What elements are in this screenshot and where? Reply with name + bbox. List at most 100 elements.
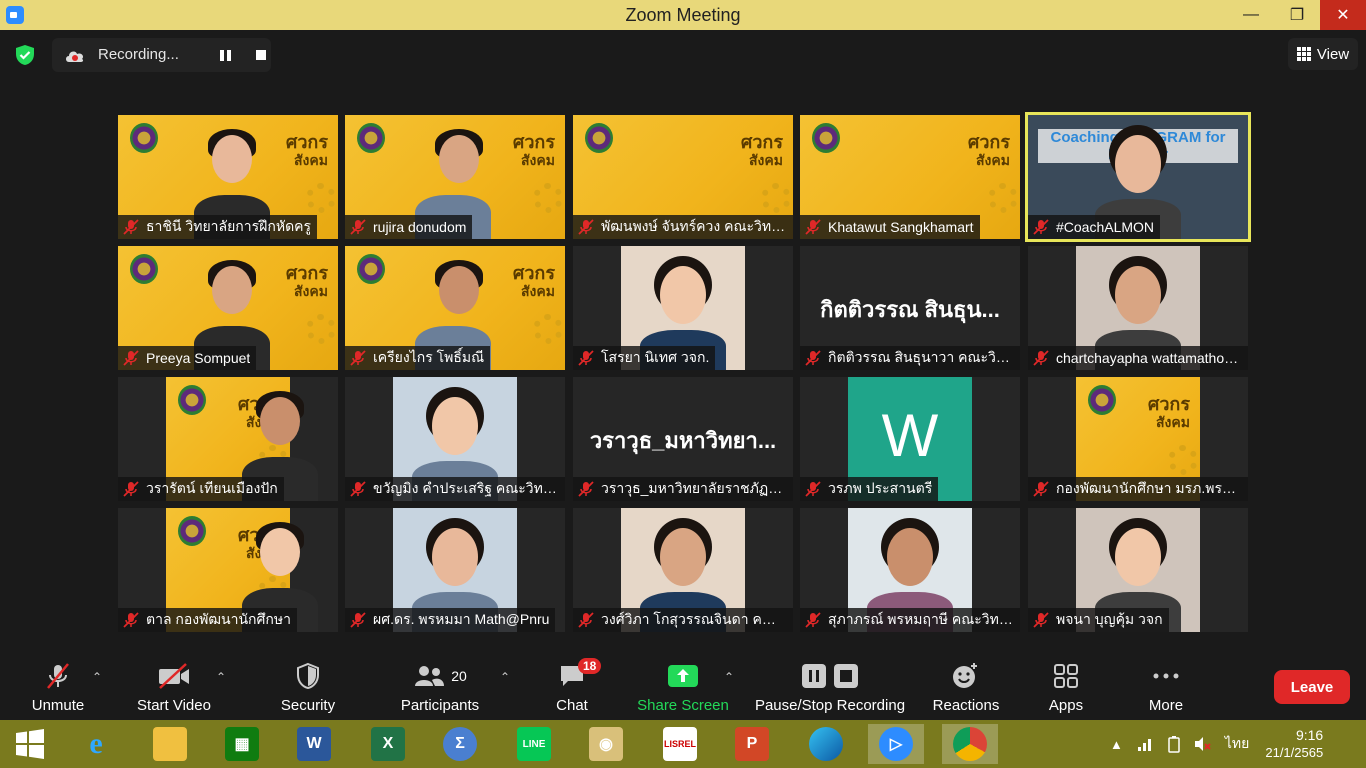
person-face — [212, 135, 252, 183]
person-face — [660, 266, 706, 324]
participant-tile[interactable]: ศวกร สังคม เครียงไกร โพธิ์มณี — [345, 246, 565, 370]
participant-tile[interactable]: วราวุธ_มหาวิทยา... วราวุธ_มหาวิทยาลัยราชภ… — [573, 377, 793, 501]
participants-button[interactable]: 20 Participants — [398, 660, 482, 720]
mic-muted-icon — [47, 663, 69, 689]
mic-muted-icon — [1033, 350, 1049, 366]
battery-icon[interactable] — [1167, 735, 1181, 753]
apps-label: Apps — [1048, 697, 1084, 714]
mic-muted-icon — [350, 612, 366, 628]
participant-tile[interactable]: W วรภพ ประสานตรี — [800, 377, 1020, 501]
video-options-caret[interactable]: ⌃ — [216, 670, 226, 684]
participant-nameplate: ธาชินี วิทยาลัยการฝึกหัดครู — [118, 215, 318, 239]
mic-muted-icon — [123, 350, 139, 366]
participant-name: กองพัฒนานักศึกษา มรภ.พระนคร — [1056, 480, 1242, 496]
participant-tile[interactable]: ศวกรสังคมพัฒนพงษ์ จันทร์ควง คณะวิทยาศาส.… — [573, 115, 793, 239]
gear-icon — [533, 314, 563, 344]
taskbar-store[interactable]: ▦ — [214, 724, 270, 764]
unmute-button[interactable]: Unmute — [28, 660, 88, 720]
chat-button[interactable]: 18 Chat — [550, 658, 602, 720]
meeting-stage: Recording... View ศวกร สังคม ธาชินี วิทยาล… — [0, 30, 1366, 660]
participant-tile[interactable]: วงศ์วิภา โกสุวรรณจินดา คณะวิทยาศ... — [573, 508, 793, 632]
participant-tile[interactable]: Coaching PROGRAM for Lecturer#CoachALMON — [1025, 112, 1251, 242]
cloud-recording-icon — [66, 51, 84, 62]
participants-options-caret[interactable]: ⌃ — [500, 670, 510, 684]
lisrel-icon: LISREL — [663, 727, 697, 761]
show-hidden-icons-chevron-icon[interactable]: ▲ — [1110, 737, 1123, 752]
gear-icon — [306, 314, 336, 344]
participant-tile[interactable]: กิตติวรรณ สินธุน... กิตติวรรณ สินธุนาวา ค… — [800, 246, 1020, 370]
input-language[interactable]: ไทย — [1225, 733, 1249, 755]
participant-tile[interactable]: ศวกร สังคม ธาชินี วิทยาลัยการฝึกหัดครู — [118, 115, 338, 239]
person-face — [439, 266, 479, 314]
participant-tile[interactable]: ศวกรสังคมตาล กองพัฒนานักศึกษา — [118, 508, 338, 632]
store-bag-icon: ▦ — [225, 727, 259, 761]
participant-name: #CoachALMON — [1056, 219, 1155, 235]
share-options-caret[interactable]: ⌃ — [724, 670, 734, 684]
share-screen-button[interactable]: Share Screen — [636, 660, 730, 720]
view-button[interactable]: View — [1288, 38, 1358, 70]
taskbar-chrome[interactable] — [942, 724, 998, 764]
participant-tile[interactable]: ศวกร สังคม กองพัฒนานักศึกษา มรภ.พระนคร — [1028, 377, 1248, 501]
signal-icon[interactable] — [1137, 736, 1155, 752]
leave-button[interactable]: Leave — [1274, 670, 1350, 704]
taskbar-internet-explorer[interactable]: e — [68, 724, 124, 764]
more-button[interactable]: More — [1138, 660, 1194, 720]
participant-tile[interactable]: ศวกรสังคมวรารัตน์ เทียนเมืองปัก — [118, 377, 338, 501]
participant-tile[interactable]: ผศ.ดร. พรหมมา Math@Pnru — [345, 508, 565, 632]
start-button[interactable] — [2, 724, 58, 764]
start-video-button[interactable]: Start Video — [134, 660, 214, 720]
minimize-button[interactable]: — — [1228, 0, 1274, 30]
clock[interactable]: 9:16 21/1/2565 — [1265, 726, 1323, 762]
reactions-button[interactable]: Reactions — [930, 660, 1002, 720]
mic-muted-icon — [805, 481, 821, 497]
participant-tile[interactable]: ศวกร สังคม Khatawut Sangkhamart — [800, 115, 1020, 239]
stop-recording-button[interactable] — [248, 42, 274, 68]
taskbar-file-explorer[interactable] — [142, 724, 198, 764]
participant-tile[interactable]: ศวกร สังคม Preeya Sompuet — [118, 246, 338, 370]
pause-stop-recording-button[interactable]: Pause/Stop Recording — [752, 660, 908, 720]
person-face — [1115, 135, 1161, 193]
close-button[interactable]: ✕ — [1320, 0, 1366, 30]
gear-icon — [306, 183, 336, 213]
security-button[interactable]: Security — [278, 660, 338, 720]
participant-tile[interactable]: chartchayapha wattamathorn... — [1028, 246, 1248, 370]
university-seal-icon — [1088, 385, 1116, 415]
recording-indicator: Recording... — [52, 38, 271, 72]
chrome-icon — [953, 727, 987, 761]
taskbar-word[interactable]: W — [286, 724, 342, 764]
taskbar-excel[interactable]: X — [360, 724, 416, 764]
audio-options-caret[interactable]: ⌃ — [92, 670, 102, 684]
mic-muted-icon — [350, 481, 366, 497]
person-face — [212, 266, 252, 314]
taskbar-powerpoint[interactable]: P — [724, 724, 780, 764]
edge-icon — [809, 727, 843, 761]
apps-button[interactable]: Apps — [1040, 660, 1092, 720]
pause-recording-button[interactable] — [212, 42, 238, 68]
mic-muted-icon — [1033, 481, 1049, 497]
taskbar-calculator[interactable]: Σ — [432, 724, 488, 764]
participant-tile[interactable]: ขวัญมิง คำประเสริฐ คณะวิทยาศาสต... — [345, 377, 565, 501]
participant-tile[interactable]: ศวกร สังคม rujira donudom — [345, 115, 565, 239]
participant-nameplate: โสรยา นิเทศ วจก. — [573, 346, 716, 370]
person-face — [260, 397, 300, 445]
windows-logo-icon — [16, 729, 44, 759]
taskbar-line[interactable]: LINE — [506, 724, 562, 764]
participant-tile[interactable]: โสรยา นิเทศ วจก. — [573, 246, 793, 370]
maximize-button[interactable]: ❐ — [1274, 0, 1320, 30]
participant-name: ธาชินี วิทยาลัยการฝึกหัดครู — [146, 218, 312, 234]
encryption-shield-icon[interactable] — [14, 44, 36, 66]
participant-tile[interactable]: สุภาภรณ์ พรหมฤาษี คณะวิทยาศาสต... — [800, 508, 1020, 632]
mic-muted-icon — [805, 219, 821, 235]
speaker-muted-icon[interactable] — [1193, 735, 1211, 753]
poster-brand-line2: สังคม — [976, 152, 1010, 168]
participant-tile[interactable]: พจนา บุญคุ้ม วจก — [1028, 508, 1248, 632]
participant-name: ผศ.ดร. พรหมมา Math@Pnru — [373, 611, 550, 627]
taskbar-edge[interactable] — [798, 724, 854, 764]
participant-nameplate: กองพัฒนานักศึกษา มรภ.พระนคร — [1028, 477, 1248, 501]
gear-icon — [533, 183, 563, 213]
participant-name: chartchayapha wattamathorn... — [1056, 350, 1242, 366]
taskbar-paint[interactable]: ◉ — [578, 724, 634, 764]
taskbar-zoom[interactable]: ▷ — [868, 724, 924, 764]
poster-brand-line1: ศวกร — [285, 132, 328, 152]
taskbar-lisrel[interactable]: LISREL — [652, 724, 708, 764]
